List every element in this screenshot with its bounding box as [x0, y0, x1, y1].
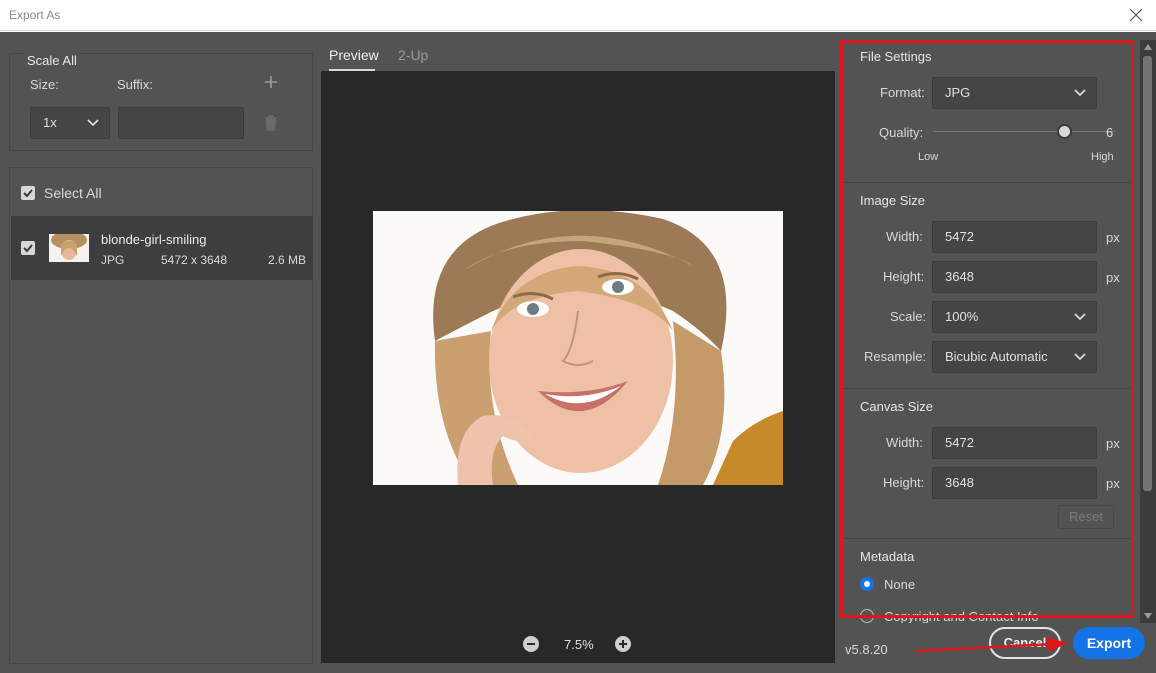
tab-preview[interactable]: Preview — [329, 47, 379, 63]
highlight-box — [840, 40, 1134, 618]
add-icon[interactable] — [263, 74, 279, 93]
scrollbar-thumb[interactable] — [1143, 56, 1152, 491]
file-size: 2.6 MB — [268, 253, 307, 267]
version-label: v5.8.20 — [845, 642, 888, 657]
settings-scrollbar[interactable] — [1140, 40, 1156, 623]
zoom-level: 7.5% — [564, 637, 594, 652]
file-format: JPG — [101, 253, 125, 267]
chevron-down-icon — [87, 119, 99, 127]
file-name: blonde-girl-smiling — [101, 232, 207, 247]
size-select[interactable]: 1x — [30, 107, 110, 139]
preview-tabs: Preview 2-Up — [321, 32, 835, 72]
file-checkbox[interactable] — [21, 241, 35, 255]
size-label: Size: — [30, 77, 59, 92]
export-button[interactable]: Export — [1073, 627, 1145, 659]
tab-2-up[interactable]: 2-Up — [398, 47, 428, 63]
scale-all-header: Scale All — [25, 53, 79, 68]
trash-icon[interactable] — [263, 114, 279, 135]
scale-all-panel: Scale All Size: Suffix: 1x — [9, 53, 313, 151]
window-title: Export As — [9, 8, 61, 22]
scroll-down-icon[interactable] — [1144, 613, 1152, 619]
export-as-dialog: Scale All Size: Suffix: 1x Select All bl… — [0, 32, 1156, 673]
file-list-panel: Select All blonde-girl-smiling JPG 5472 … — [9, 167, 313, 664]
file-thumbnail — [49, 234, 89, 262]
scroll-up-icon[interactable] — [1144, 44, 1152, 50]
preview-image — [373, 211, 783, 485]
arrow-annotation-icon — [916, 637, 1068, 653]
select-all-label: Select All — [44, 185, 102, 201]
title-bar: Export As — [0, 0, 1156, 31]
file-row[interactable]: blonde-girl-smiling JPG 5472 x 3648 2.6 … — [11, 216, 313, 280]
select-all-checkbox[interactable] — [21, 186, 35, 200]
size-value: 1x — [43, 115, 57, 130]
suffix-input[interactable] — [118, 107, 244, 139]
zoom-out-icon[interactable] — [523, 636, 539, 652]
suffix-label: Suffix: — [117, 77, 153, 92]
preview-canvas: 7.5% — [321, 71, 835, 663]
zoom-in-icon[interactable] — [615, 636, 631, 652]
file-dimensions: 5472 x 3648 — [161, 253, 228, 267]
close-icon[interactable] — [1126, 5, 1146, 25]
zoom-controls: 7.5% — [321, 636, 835, 660]
